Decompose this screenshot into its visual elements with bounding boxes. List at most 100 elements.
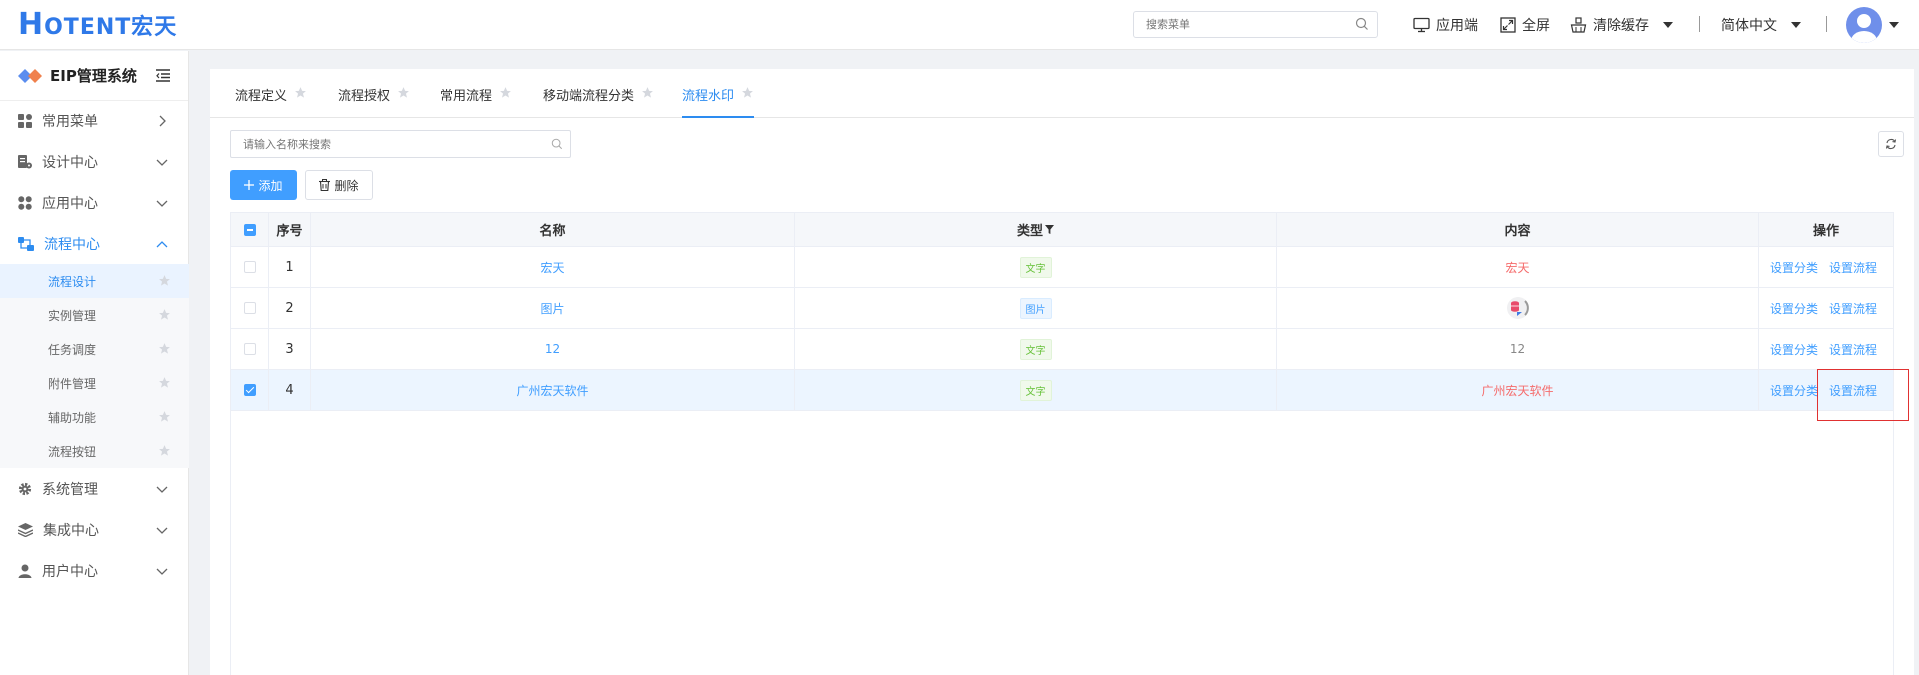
set-flow-link[interactable]: 设置流程 (1829, 341, 1877, 358)
set-category-link[interactable]: 设置分类 (1770, 341, 1818, 358)
menu-search-box[interactable] (1133, 11, 1378, 38)
set-category-link[interactable]: 设置分类 (1770, 300, 1818, 317)
row-name-cell: 广州宏天软件 (311, 370, 795, 410)
sidebar-subitem-attachment-manage[interactable]: 附件管理 (0, 366, 189, 400)
fullscreen-icon (1500, 17, 1516, 33)
clear-cache-dropdown[interactable]: 清除缓存 (1570, 14, 1673, 36)
sidebar-item-label: 应用中心 (42, 196, 98, 212)
row-name-link[interactable]: 图片 (540, 300, 564, 317)
delete-button[interactable]: 删除 (305, 170, 373, 200)
sidebar-subitem-auxiliary[interactable]: 辅助功能 (0, 400, 189, 434)
sidebar-item-user-center[interactable]: 用户中心 (0, 551, 189, 591)
row-ops-cell: 设置分类 设置流程 (1759, 247, 1893, 287)
chevron-right-icon (159, 115, 166, 127)
table-row-selected[interactable]: 4 广州宏天软件 文字 广州宏天软件 设置分类 设置流程 (231, 370, 1893, 411)
collapse-menu-icon[interactable] (156, 69, 170, 86)
name-search-input[interactable] (243, 131, 543, 157)
star-icon[interactable] (158, 342, 171, 355)
row-name-link[interactable]: 广州宏天软件 (516, 382, 588, 399)
row-type-cell: 文字 (795, 247, 1277, 287)
row-type-cell: 文字 (795, 370, 1277, 410)
row-select-cell[interactable] (231, 247, 269, 287)
tab-flow-watermark[interactable]: 流程水印 (682, 85, 755, 118)
row-checkbox[interactable] (243, 302, 256, 314)
sidebar-subitem-instance-manage[interactable]: 实例管理 (0, 298, 189, 332)
caret-down-icon (1791, 22, 1801, 28)
clear-cache-label: 清除缓存 (1593, 18, 1649, 34)
search-icon[interactable] (551, 138, 563, 154)
star-icon[interactable] (294, 86, 307, 99)
name-search-box[interactable] (230, 130, 571, 158)
set-flow-link[interactable]: 设置流程 (1829, 259, 1877, 276)
row-checkbox[interactable] (243, 343, 256, 355)
sidebar-item-flow-center[interactable]: 流程中心 (0, 224, 189, 264)
star-icon[interactable] (158, 274, 171, 287)
sidebar-subitem-task-schedule[interactable]: 任务调度 (0, 332, 189, 366)
star-icon[interactable] (158, 410, 171, 423)
type-tag: 文字 (1019, 379, 1052, 401)
chevron-down-icon (156, 200, 168, 207)
language-dropdown[interactable]: 简体中文 (1721, 14, 1801, 36)
sidebar-subitem-label: 实例管理 (48, 308, 97, 323)
logo-h: H (18, 7, 44, 42)
sidebar-subitem-flow-design[interactable]: 流程设计 (0, 264, 189, 298)
language-label: 简体中文 (1721, 18, 1777, 34)
select-all-checkbox[interactable] (243, 223, 256, 236)
tab-flow-definition[interactable]: 流程定义 (235, 85, 307, 118)
star-icon[interactable] (158, 444, 171, 457)
row-checkbox-checked[interactable] (243, 384, 256, 396)
sidebar-item-app-center[interactable]: 应用中心 (0, 183, 189, 223)
star-icon[interactable] (499, 86, 512, 99)
fullscreen-button[interactable]: 全屏 (1500, 14, 1550, 36)
sidebar-item-system-manage[interactable]: 系统管理 (0, 469, 189, 509)
layers-icon (18, 523, 33, 537)
app-端-button[interactable]: 应用端 (1413, 14, 1478, 36)
tab-mobile-flow-category[interactable]: 移动端流程分类 (543, 85, 654, 118)
row-select-cell[interactable] (231, 329, 269, 369)
watermark-image-thumbnail[interactable] (1504, 296, 1532, 320)
design-doc-icon (18, 155, 32, 169)
add-button[interactable]: 添加 (230, 170, 297, 200)
set-category-link[interactable]: 设置分类 (1770, 382, 1818, 399)
select-all-cell[interactable] (231, 213, 269, 246)
header-content: 内容 (1277, 213, 1759, 246)
sidebar-item-common-menu[interactable]: 常用菜单 (0, 101, 189, 141)
table-row[interactable]: 1 宏天 文字 宏天 设置分类 设置流程 (231, 247, 1893, 288)
tab-common-flow[interactable]: 常用流程 (440, 85, 512, 118)
table-header-row: 序号 名称 类型 内容 操作 (231, 213, 1893, 247)
star-icon[interactable] (641, 86, 654, 99)
set-category-link[interactable]: 设置分类 (1770, 259, 1818, 276)
row-select-cell[interactable] (231, 370, 269, 410)
table-row[interactable]: 2 图片 图片 设置分类 设置流程 (231, 288, 1893, 329)
sidebar-subitem-flow-buttons[interactable]: 流程按钮 (0, 434, 189, 468)
user-avatar[interactable] (1846, 7, 1882, 43)
caret-down-icon[interactable] (1889, 22, 1899, 28)
set-flow-link[interactable]: 设置流程 (1829, 300, 1877, 317)
star-icon[interactable] (158, 308, 171, 321)
star-icon[interactable] (397, 86, 410, 99)
row-name-link[interactable]: 宏天 (540, 259, 564, 276)
filter-icon[interactable] (1045, 225, 1054, 234)
row-index: 2 (269, 288, 311, 328)
main-panel: 流程定义 流程授权 常用流程 移动端流程分类 流程水印 添加 (210, 69, 1914, 675)
sidebar-item-label: 设计中心 (42, 155, 98, 171)
star-icon[interactable] (741, 86, 754, 99)
table-row[interactable]: 3 12 文字 12 设置分类 设置流程 (231, 329, 1893, 370)
sidebar-item-design-center[interactable]: 设计中心 (0, 142, 189, 182)
row-ops-cell: 设置分类 设置流程 (1759, 329, 1893, 369)
header-divider (1826, 16, 1827, 32)
row-name-link[interactable]: 12 (545, 342, 560, 356)
logo-text: OTENT宏天 (44, 15, 178, 40)
search-icon[interactable] (1355, 17, 1369, 35)
tab-flow-authorization[interactable]: 流程授权 (338, 85, 410, 118)
star-icon[interactable] (158, 376, 171, 389)
row-name-cell: 宏天 (311, 247, 795, 287)
menu-search-input[interactable] (1146, 12, 1346, 37)
refresh-button[interactable] (1878, 131, 1904, 157)
row-index: 4 (269, 370, 311, 410)
sidebar-item-integration-center[interactable]: 集成中心 (0, 510, 189, 550)
diamond-logo-icon (18, 68, 42, 83)
row-checkbox[interactable] (243, 261, 256, 273)
chevron-down-icon (156, 159, 168, 166)
row-select-cell[interactable] (231, 288, 269, 328)
